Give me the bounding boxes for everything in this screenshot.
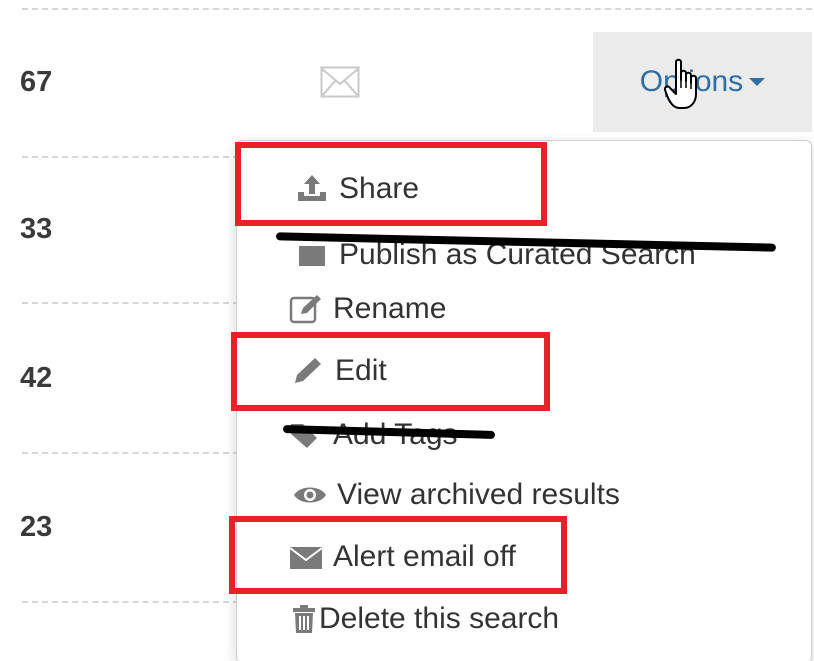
menu-item-view-archived-results[interactable]: View archived results <box>237 467 811 523</box>
row-result-count: 67 <box>20 66 53 98</box>
highlight-box-share <box>235 142 547 226</box>
tags-icon <box>287 418 325 452</box>
hand-pointer-cursor-icon <box>663 58 704 112</box>
publish-icon <box>293 238 331 272</box>
menu-item-add-tags[interactable]: Add Tags <box>237 407 811 463</box>
row-result-count: 33 <box>20 213 53 245</box>
envelope-icon[interactable] <box>320 66 360 103</box>
row-result-count: 23 <box>20 511 53 543</box>
menu-item-label: Delete this search <box>319 602 560 635</box>
highlight-box-alert-email-off <box>229 516 567 594</box>
rename-edit-box-icon <box>287 292 325 326</box>
menu-item-rename[interactable]: Rename <box>237 281 811 337</box>
row-result-count: 42 <box>20 362 53 394</box>
caret-down-icon <box>749 78 766 86</box>
saved-searches-page: 67 33 42 23 Options <box>0 0 814 661</box>
eye-icon <box>291 478 329 512</box>
menu-item-label: View archived results <box>337 478 620 511</box>
highlight-box-edit <box>231 332 550 411</box>
menu-item-delete-search[interactable]: Delete this search <box>237 591 811 647</box>
row-divider <box>22 8 812 10</box>
trash-icon <box>291 602 317 636</box>
menu-item-label: Rename <box>333 292 447 325</box>
